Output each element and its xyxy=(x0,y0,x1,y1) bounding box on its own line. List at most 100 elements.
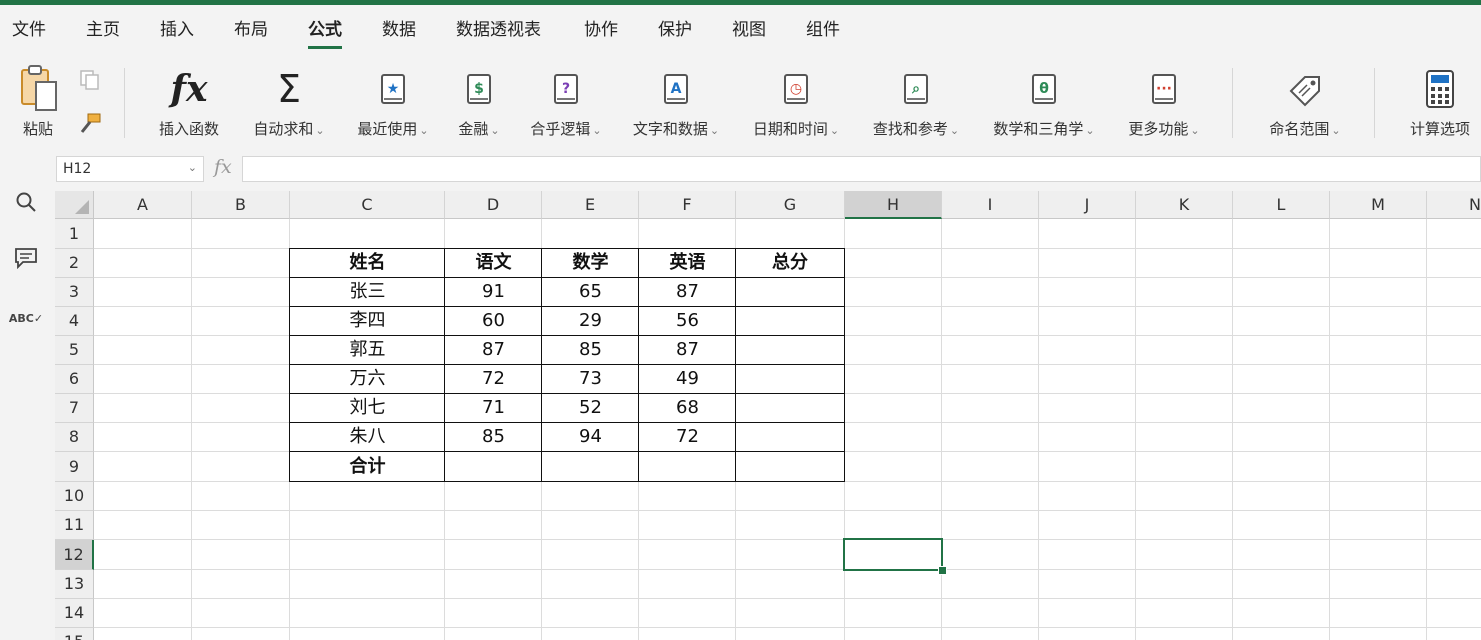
table-cell[interactable]: 李四 xyxy=(289,306,445,336)
table-cell[interactable]: 语文 xyxy=(444,248,542,278)
chevron-down-icon[interactable]: ⌄ xyxy=(188,161,197,174)
paste-button[interactable]: 粘贴 xyxy=(10,62,66,139)
table-cell[interactable] xyxy=(735,335,845,365)
table-cell[interactable]: 68 xyxy=(638,393,736,423)
table-cell[interactable] xyxy=(735,451,845,482)
fill-handle[interactable] xyxy=(938,566,947,575)
search-icon[interactable] xyxy=(13,189,39,215)
spreadsheet-grid[interactable]: ABCDEFGHIJKLMN123456789101112131415姓名语文数… xyxy=(55,191,1481,640)
copy-icon[interactable] xyxy=(78,68,102,96)
tab-home[interactable]: 主页 xyxy=(86,15,120,40)
table-cell[interactable]: 87 xyxy=(444,335,542,365)
table-cell[interactable]: 数学 xyxy=(541,248,639,278)
name-box[interactable]: H12 ⌄ xyxy=(56,156,204,182)
table-cell[interactable] xyxy=(735,393,845,423)
name-range-button[interactable]: 命名范围 ⌄ xyxy=(1260,62,1350,139)
table-cell[interactable] xyxy=(541,451,639,482)
row-header-7[interactable]: 7 xyxy=(55,394,94,423)
math-trig-button[interactable]: θ 数学和三角学 ⌄ xyxy=(984,62,1104,139)
row-header-5[interactable]: 5 xyxy=(55,336,94,365)
row-header-14[interactable]: 14 xyxy=(55,599,94,628)
table-cell[interactable]: 朱八 xyxy=(289,422,445,452)
tab-protect[interactable]: 保护 xyxy=(658,15,692,40)
row-header-13[interactable]: 13 xyxy=(55,570,94,599)
table-cell[interactable]: 85 xyxy=(541,335,639,365)
column-header-i[interactable]: I xyxy=(942,191,1039,219)
column-header-l[interactable]: L xyxy=(1233,191,1330,219)
table-cell[interactable]: 总分 xyxy=(735,248,845,278)
row-header-11[interactable]: 11 xyxy=(55,511,94,540)
tab-collaborate[interactable]: 协作 xyxy=(584,15,618,40)
recent-functions-button[interactable]: ★ 最近使用 ⌄ xyxy=(348,62,438,139)
row-header-10[interactable]: 10 xyxy=(55,482,94,511)
select-all-corner[interactable] xyxy=(55,191,94,219)
row-header-4[interactable]: 4 xyxy=(55,307,94,336)
table-cell[interactable] xyxy=(735,364,845,394)
column-header-n[interactable]: N xyxy=(1427,191,1481,219)
column-header-b[interactable]: B xyxy=(192,191,290,219)
row-header-9[interactable]: 9 xyxy=(55,452,94,482)
logical-button[interactable]: ? 合乎逻辑 ⌄ xyxy=(522,62,610,139)
selected-cell[interactable] xyxy=(843,538,943,571)
column-header-j[interactable]: J xyxy=(1039,191,1136,219)
autosum-button[interactable]: Σ 自动求和 ⌄ xyxy=(246,62,332,139)
table-cell[interactable]: 60 xyxy=(444,306,542,336)
tab-components[interactable]: 组件 xyxy=(806,15,840,40)
row-header-15[interactable]: 15 xyxy=(55,628,94,640)
lookup-button[interactable]: ⌕ 查找和参考 ⌄ xyxy=(864,62,968,139)
table-cell[interactable] xyxy=(735,306,845,336)
tab-file[interactable]: 文件 xyxy=(12,15,46,40)
row-header-12[interactable]: 12 xyxy=(55,540,94,570)
insert-function-button[interactable]: fx 插入函数 xyxy=(150,62,228,139)
tab-view[interactable]: 视图 xyxy=(732,15,766,40)
table-cell[interactable] xyxy=(735,422,845,452)
tab-formulas[interactable]: 公式 xyxy=(308,15,342,49)
tab-layout[interactable]: 布局 xyxy=(234,15,268,40)
table-cell[interactable]: 71 xyxy=(444,393,542,423)
column-header-h[interactable]: H xyxy=(845,191,942,219)
table-cell[interactable] xyxy=(735,277,845,307)
column-header-f[interactable]: F xyxy=(639,191,736,219)
formula-input[interactable] xyxy=(242,156,1481,182)
format-painter-icon[interactable] xyxy=(78,112,102,140)
column-header-e[interactable]: E xyxy=(542,191,639,219)
table-cell[interactable]: 87 xyxy=(638,335,736,365)
table-cell[interactable]: 29 xyxy=(541,306,639,336)
row-header-6[interactable]: 6 xyxy=(55,365,94,394)
row-header-3[interactable]: 3 xyxy=(55,278,94,307)
table-cell[interactable]: 张三 xyxy=(289,277,445,307)
table-cell[interactable]: 郭五 xyxy=(289,335,445,365)
table-cell[interactable]: 87 xyxy=(638,277,736,307)
table-cell[interactable]: 52 xyxy=(541,393,639,423)
tab-insert[interactable]: 插入 xyxy=(160,15,194,40)
table-cell[interactable]: 85 xyxy=(444,422,542,452)
tab-pivot-table[interactable]: 数据透视表 xyxy=(456,15,541,40)
table-cell[interactable]: 英语 xyxy=(638,248,736,278)
column-header-c[interactable]: C xyxy=(290,191,445,219)
table-cell[interactable]: 万六 xyxy=(289,364,445,394)
fx-label[interactable]: fx xyxy=(214,156,232,178)
column-header-g[interactable]: G xyxy=(736,191,845,219)
spellcheck-icon[interactable]: ABC✓ xyxy=(9,305,43,331)
column-header-d[interactable]: D xyxy=(445,191,542,219)
table-cell[interactable]: 73 xyxy=(541,364,639,394)
column-header-a[interactable]: A xyxy=(94,191,192,219)
more-functions-button[interactable]: ··· 更多功能 ⌄ xyxy=(1120,62,1208,139)
table-cell[interactable]: 91 xyxy=(444,277,542,307)
column-header-k[interactable]: K xyxy=(1136,191,1233,219)
date-time-button[interactable]: ◷ 日期和时间 ⌄ xyxy=(744,62,848,139)
table-cell[interactable]: 姓名 xyxy=(289,248,445,278)
text-button[interactable]: A 文字和数据 ⌄ xyxy=(624,62,728,139)
table-cell[interactable]: 72 xyxy=(444,364,542,394)
column-header-m[interactable]: M xyxy=(1330,191,1427,219)
row-header-1[interactable]: 1 xyxy=(55,219,94,249)
row-header-2[interactable]: 2 xyxy=(55,249,94,278)
table-cell[interactable]: 刘七 xyxy=(289,393,445,423)
table-cell[interactable] xyxy=(444,451,542,482)
tab-data[interactable]: 数据 xyxy=(382,15,416,40)
row-header-8[interactable]: 8 xyxy=(55,423,94,452)
comment-icon[interactable] xyxy=(13,245,39,271)
table-cell[interactable]: 56 xyxy=(638,306,736,336)
table-cell[interactable]: 49 xyxy=(638,364,736,394)
table-cell[interactable] xyxy=(638,451,736,482)
